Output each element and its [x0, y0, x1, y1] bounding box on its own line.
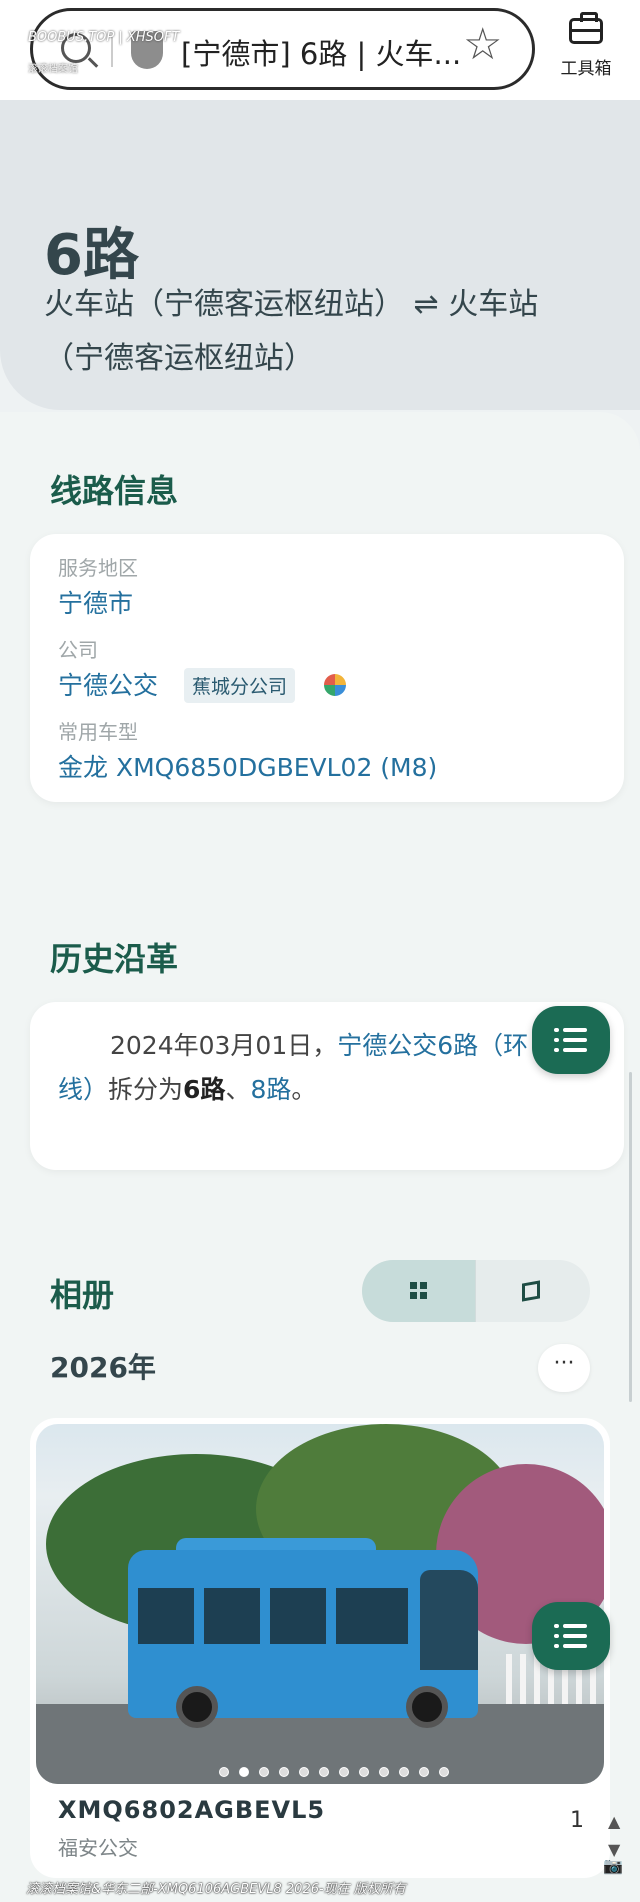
carousel-dot[interactable] — [219, 1767, 229, 1777]
photo-model: XMQ6802AGBEVL5 — [58, 1796, 326, 1824]
browser-toolbar: [宁德市] 6路 | 火车... ☆ 工具箱 BOOBUS.TOP | XHSO… — [0, 0, 640, 100]
bus-window — [336, 1588, 408, 1644]
service-area-label: 服务地区 — [58, 556, 138, 580]
watermark-top: BOOBUS.TOP | XHSOFT — [28, 30, 180, 45]
line-info-card: 服务地区 宁德市 公司 宁德公交 蕉城分公司 常用车型 金龙 XMQ6850DG… — [30, 534, 624, 802]
photo-company: 福安公交 — [58, 1836, 138, 1860]
photo-card[interactable]: XMQ6802AGBEVL5 福安公交 1 — [30, 1418, 610, 1878]
bus-window — [270, 1588, 326, 1644]
carousel-dot[interactable] — [339, 1767, 349, 1777]
carousel-dot[interactable] — [399, 1767, 409, 1777]
view-toggle — [362, 1260, 590, 1322]
grid-view-button[interactable] — [362, 1260, 476, 1322]
list-icon — [554, 1622, 588, 1650]
page-title[interactable]: [宁德市] 6路 | 火车... — [181, 31, 461, 73]
company-link[interactable]: 宁德公交 — [58, 666, 158, 702]
route-destination: 火车站（宁德客运枢纽站） ⇌ 火车站（宁德客运枢纽站） — [44, 287, 539, 376]
carousel-dot[interactable] — [279, 1767, 289, 1777]
company-label: 公司 — [58, 638, 98, 662]
carousel-dot[interactable] — [299, 1767, 309, 1777]
watermark-bottom: 滚滚档案馆&华东二部-XMQ6106AGBEVL8 2026-现在 版权所有 — [26, 1882, 406, 1897]
wheel — [176, 1686, 218, 1728]
watermark-top-sub: 滚滚档案馆 — [28, 64, 78, 75]
line-info-title: 线路信息 — [50, 472, 179, 510]
bus-photo[interactable] — [36, 1424, 604, 1784]
toolbox-button[interactable]: 工具箱 — [550, 12, 622, 79]
history-route-b-link[interactable]: 8路 — [250, 1075, 291, 1104]
list-fab-button-2[interactable] — [532, 1602, 610, 1670]
history-route-a: 6路 — [183, 1075, 226, 1104]
history-route-link[interactable]: 宁德公交6路（环 — [337, 1031, 528, 1060]
bus-window — [138, 1588, 194, 1644]
carousel-dot[interactable] — [319, 1767, 329, 1777]
carousel-dot[interactable] — [259, 1767, 269, 1777]
list-icon — [554, 1026, 588, 1054]
history-title: 历史沿革 — [50, 940, 179, 978]
branch-tag[interactable]: 蕉城分公司 — [184, 668, 296, 703]
chevron-up-icon[interactable]: ▲ — [608, 1812, 620, 1831]
carousel-dot[interactable] — [419, 1767, 429, 1777]
history-entry: 2024年03月01日，宁德公交6路（环 线）拆分为6路、8路。 — [58, 1024, 598, 1112]
bus-window — [204, 1588, 260, 1644]
history-date: 2024年03月01日， — [110, 1031, 338, 1060]
history-sep: 、 — [225, 1075, 251, 1104]
vehicle-link[interactable]: 金龙 XMQ6850DGBEVL02 (M8) — [58, 748, 437, 784]
toolbox-icon — [569, 12, 603, 44]
carousel-dot[interactable] — [379, 1767, 389, 1777]
address-bar[interactable]: [宁德市] 6路 | 火车... ☆ — [30, 8, 535, 90]
more-icon: ··· — [553, 1351, 575, 1376]
carousel-dots — [214, 1762, 454, 1777]
more-button[interactable]: ··· — [538, 1344, 590, 1392]
album-year: 2026年 — [50, 1351, 156, 1384]
map-icon — [522, 1280, 540, 1302]
album-title: 相册 — [50, 1276, 115, 1314]
toolbox-label: 工具箱 — [560, 59, 612, 79]
scrollbar[interactable] — [629, 1072, 632, 1402]
history-text: 拆分为 — [108, 1075, 184, 1104]
bus-front — [420, 1570, 478, 1670]
company-logo-icon — [324, 674, 346, 696]
star-icon[interactable]: ☆ — [463, 23, 502, 67]
wheel — [406, 1686, 448, 1728]
grid-icon — [410, 1282, 428, 1300]
vehicle-label: 常用车型 — [58, 720, 138, 744]
route-header: 6路 火车站（宁德客运枢纽站） ⇌ 火车站（宁德客运枢纽站） — [0, 100, 640, 410]
history-end: 。 — [291, 1075, 317, 1104]
service-area-link[interactable]: 宁德市 — [58, 584, 133, 620]
carousel-dot[interactable] — [439, 1767, 449, 1777]
list-fab-button[interactable] — [532, 1006, 610, 1074]
carousel-dot[interactable] — [239, 1767, 249, 1777]
carousel-dot[interactable] — [359, 1767, 369, 1777]
photo-count: 1 — [570, 1808, 584, 1833]
history-route-link-cont[interactable]: 线） — [58, 1075, 108, 1104]
camera-icon: 📷 — [603, 1856, 623, 1875]
